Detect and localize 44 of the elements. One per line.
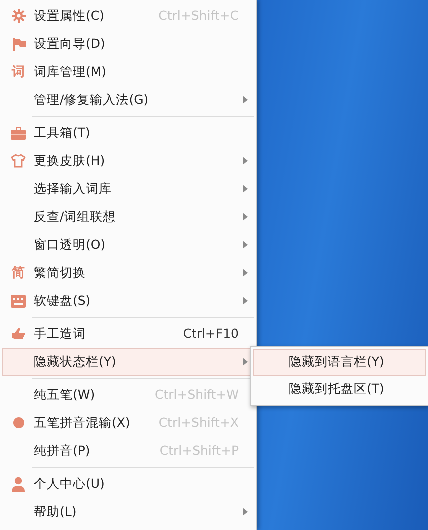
- menu-label: 个人中心(U): [34, 474, 106, 493]
- menu-label: 软键盘(S): [34, 292, 92, 310]
- character-icon: 简: [12, 266, 25, 280]
- menu-label: 繁简切换: [34, 264, 87, 282]
- keyboard-icon: [11, 294, 26, 308]
- submenu-item[interactable]: 隐藏到语言栏(Y): [253, 349, 426, 376]
- menu-item[interactable]: 工具箱(T): [2, 119, 254, 147]
- menu-label: 设置向导(D): [34, 34, 106, 53]
- menu-label: 管理/修复输入法(G): [34, 90, 150, 109]
- menu-item[interactable]: 窗口透明(O): [2, 231, 254, 259]
- menu-label: 设置属性(C): [34, 6, 106, 25]
- menu-item[interactable]: 管理/修复输入法(G): [2, 86, 254, 114]
- menu-label: 反查/词组联想: [34, 208, 118, 226]
- menu-item[interactable]: 更换皮肤(H): [2, 147, 254, 175]
- menu-label: 窗口透明(O): [34, 236, 107, 254]
- submenu-item[interactable]: 隐藏到托盘区(T): [253, 376, 426, 403]
- menu-item[interactable]: 选择输入词库: [2, 175, 254, 203]
- hand-icon: [11, 328, 26, 340]
- menu-item[interactable]: 简 繁简切换: [2, 259, 254, 287]
- toolbox-icon: [11, 126, 26, 140]
- dot-icon: [12, 417, 24, 429]
- shortcut-text: Ctrl+F10: [183, 324, 239, 343]
- menu-label: 纯拼音(P): [34, 442, 92, 460]
- menu-label: 帮助(L): [34, 502, 78, 521]
- menu-label: 手工造词: [34, 324, 87, 343]
- menu-item[interactable]: 词 词库管理(M): [2, 58, 254, 86]
- menu-label: 选择输入词库: [34, 180, 113, 198]
- person-icon: [12, 476, 25, 492]
- shirt-icon: [11, 154, 26, 168]
- character-icon: 词: [12, 66, 25, 78]
- menu-item[interactable]: 手工造词 Ctrl+F10: [2, 320, 254, 348]
- menu-label: 更换皮肤(H): [34, 152, 106, 170]
- menu-label: 纯五笔(W): [34, 386, 96, 404]
- menu-item[interactable]: 设置向导(D): [2, 30, 254, 58]
- menu-label: 词库管理(M): [34, 62, 108, 81]
- menu-item[interactable]: 反查/词组联想: [2, 203, 254, 231]
- flag-icon: [12, 38, 26, 50]
- gear-icon: [12, 9, 26, 23]
- menu-item[interactable]: 软键盘(S): [2, 287, 254, 315]
- menu-item[interactable]: 个人中心(U): [2, 470, 254, 498]
- menu-item[interactable]: 帮助(L): [2, 498, 254, 526]
- menu-label: 隐藏状态栏(Y): [34, 352, 118, 371]
- menu-label: 五笔拼音混输(X): [34, 414, 132, 432]
- menu-label: 工具箱(T): [34, 124, 92, 142]
